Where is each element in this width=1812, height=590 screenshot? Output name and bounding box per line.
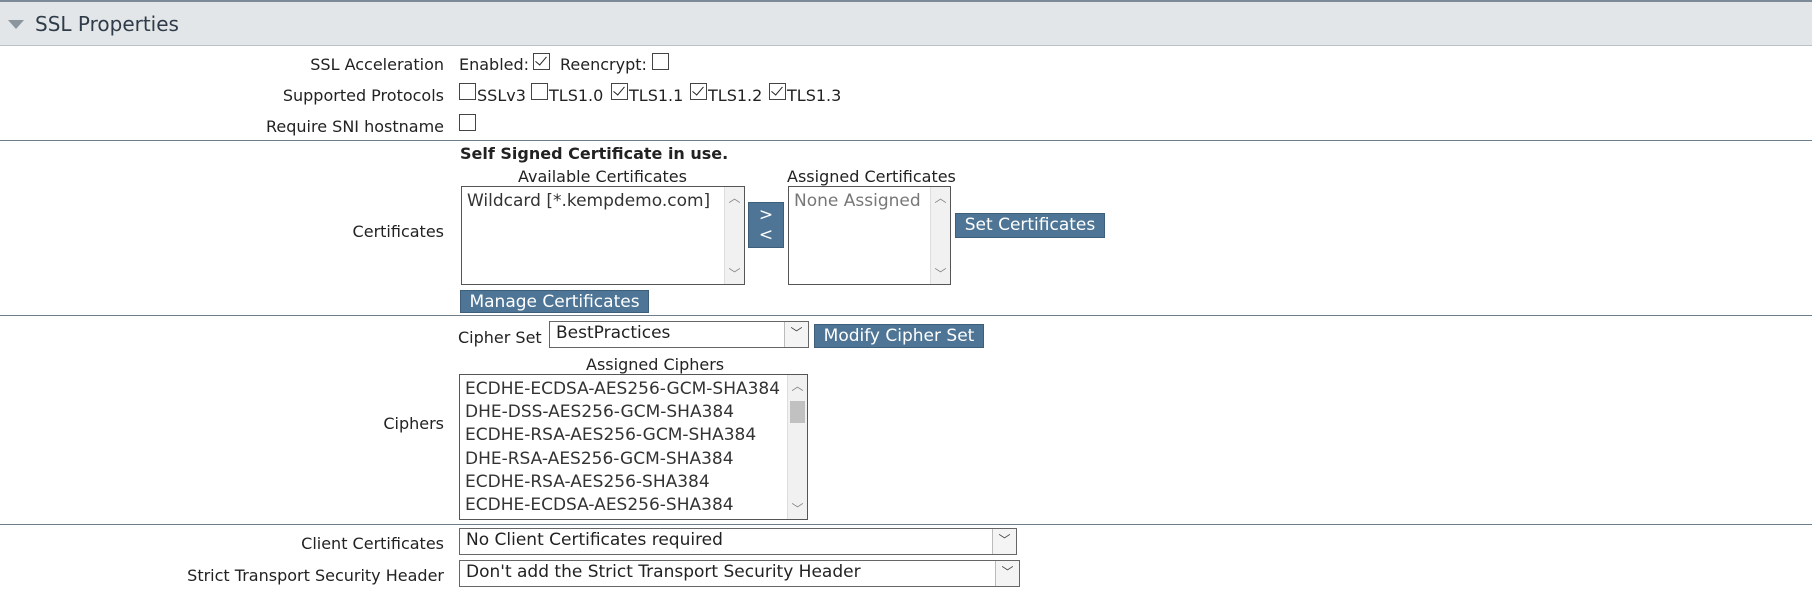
section-header[interactable] — [0, 0, 1812, 46]
enabled-label: Enabled: — [459, 55, 530, 74]
protocol-tls12-checkbox[interactable] — [690, 83, 707, 100]
check-icon — [535, 53, 547, 66]
chevron-down-icon[interactable]: ﹀ — [995, 561, 1019, 586]
assigned-certificates-label: Assigned Certificates — [787, 167, 956, 186]
scrollbar[interactable]: ︿ ﹀ — [787, 375, 807, 519]
move-right-button[interactable]: > — [749, 205, 783, 225]
require-sni-label: Require SNI hostname — [266, 117, 444, 136]
hsts-value: Don't add the Strict Transport Security … — [466, 562, 861, 582]
ssl-acceleration-label: SSL Acceleration — [310, 55, 444, 74]
collapse-triangle-icon[interactable] — [8, 20, 24, 29]
list-item[interactable]: ECDHE-ECDSA-AES256-GCM-SHA384 — [460, 375, 807, 401]
divider — [0, 140, 1812, 141]
protocol-tls11-checkbox[interactable] — [611, 83, 628, 100]
assigned-certificates-list[interactable]: None Assigned ︿ ﹀ — [788, 186, 951, 285]
divider — [0, 315, 1812, 316]
self-signed-notice: Self Signed Certificate in use. — [460, 144, 729, 163]
certificates-label: Certificates — [352, 222, 444, 241]
check-icon — [613, 83, 625, 96]
ssl-enabled-checkbox[interactable] — [533, 53, 550, 70]
cipher-set-label: Cipher Set — [458, 328, 542, 347]
chevron-down-icon[interactable]: ﹀ — [931, 265, 950, 282]
list-item[interactable]: DHE-RSA-AES256-GCM-SHA384 — [460, 448, 807, 471]
ciphers-label: Ciphers — [383, 414, 444, 433]
modify-cipher-set-button[interactable]: Modify Cipher Set — [814, 324, 984, 348]
list-item[interactable]: DHE-DSS-AES256-GCM-SHA384 — [460, 401, 807, 424]
client-certificates-select[interactable]: No Client Certificates required ﹀ — [459, 528, 1017, 555]
assigned-ciphers-list[interactable]: ECDHE-ECDSA-AES256-GCM-SHA384 DHE-DSS-AE… — [459, 374, 808, 520]
client-certificates-value: No Client Certificates required — [466, 530, 723, 550]
list-item[interactable]: ECDHE-RSA-AES256-GCM-SHA384 — [460, 424, 807, 447]
protocol-tls11-label: TLS1.1 — [629, 86, 684, 105]
chevron-down-icon[interactable]: ﹀ — [788, 500, 807, 517]
hsts-label: Strict Transport Security Header — [187, 566, 444, 585]
chevron-up-icon[interactable]: ︿ — [788, 377, 807, 394]
protocol-tls10-checkbox[interactable] — [531, 83, 548, 100]
scrollbar[interactable]: ︿ ﹀ — [930, 187, 950, 284]
list-item[interactable]: Wildcard [*.kempdemo.com] — [462, 187, 744, 211]
scrollbar[interactable]: ︿ ﹀ — [724, 187, 744, 284]
divider — [0, 524, 1812, 525]
list-item[interactable]: ECDHE-RSA-AES256-SHA384 — [460, 471, 807, 494]
chevron-down-icon[interactable]: ﹀ — [725, 265, 744, 282]
hsts-select[interactable]: Don't add the Strict Transport Security … — [459, 560, 1020, 587]
protocol-tls12-label: TLS1.2 — [708, 86, 763, 105]
assigned-ciphers-label: Assigned Ciphers — [586, 355, 725, 374]
require-sni-checkbox[interactable] — [459, 114, 476, 131]
check-icon — [771, 83, 783, 96]
protocol-tls10-label: TLS1.0 — [549, 86, 604, 105]
chevron-up-icon[interactable]: ︿ — [931, 189, 950, 206]
set-certificates-button[interactable]: Set Certificates — [955, 213, 1105, 238]
chevron-down-icon[interactable]: ﹀ — [784, 322, 808, 347]
protocol-tls13-label: TLS1.3 — [787, 86, 842, 105]
protocol-tls13-checkbox[interactable] — [769, 83, 786, 100]
reencrypt-label: Reencrypt: — [560, 55, 647, 74]
cipher-set-value: BestPractices — [556, 323, 671, 343]
manage-certificates-button[interactable]: Manage Certificates — [460, 290, 649, 313]
cipher-set-select[interactable]: BestPractices ﹀ — [549, 321, 809, 348]
check-icon — [692, 83, 704, 96]
chevron-up-icon[interactable]: ︿ — [725, 189, 744, 206]
scrollbar-thumb[interactable] — [790, 401, 805, 423]
available-certificates-label: Available Certificates — [518, 167, 687, 186]
move-certificate-buttons: > < — [748, 202, 784, 248]
protocol-sslv3-checkbox[interactable] — [459, 83, 476, 100]
protocol-sslv3-label: SSLv3 — [477, 86, 526, 105]
move-left-button[interactable]: < — [749, 225, 783, 245]
reencrypt-checkbox[interactable] — [652, 53, 669, 70]
available-certificates-list[interactable]: Wildcard [*.kempdemo.com] ︿ ﹀ — [461, 186, 745, 285]
section-title: SSL Properties — [35, 12, 179, 36]
list-item[interactable]: ECDHE-ECDSA-AES256-SHA384 — [460, 494, 807, 517]
chevron-down-icon[interactable]: ﹀ — [992, 529, 1016, 554]
client-certificates-label: Client Certificates — [301, 534, 444, 553]
list-item[interactable]: None Assigned — [789, 187, 950, 211]
supported-protocols-label: Supported Protocols — [282, 86, 444, 105]
